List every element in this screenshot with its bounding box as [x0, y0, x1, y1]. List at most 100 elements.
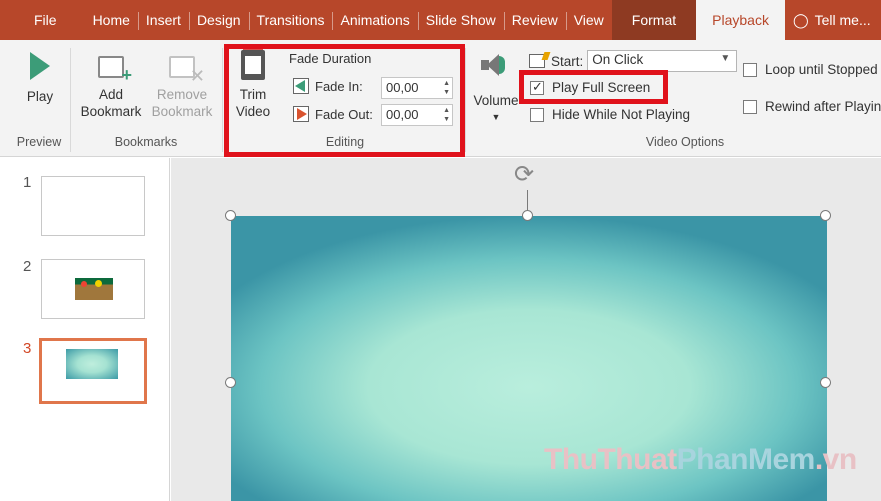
group-divider	[70, 48, 71, 152]
hide-while-not-playing-label: Hide While Not Playing	[552, 107, 691, 122]
spin-up-icon[interactable]: ▲	[443, 107, 450, 114]
add-bookmark-label-line2: Bookmark	[80, 104, 142, 119]
fade-in-label: Fade In:	[315, 78, 363, 94]
rewind-after-playing-option[interactable]: Rewind after Playing	[743, 99, 881, 114]
fade-out-input[interactable]: 00,00 ▲ ▼	[381, 104, 453, 126]
add-bookmark-icon: +	[98, 56, 132, 84]
tell-me-search[interactable]: ◯ Tell me...	[785, 0, 879, 40]
lightbulb-icon: ◯	[792, 11, 809, 28]
tab-design[interactable]: Design	[188, 0, 249, 40]
tab-view-label: View	[573, 12, 604, 28]
tab-animations[interactable]: Animations	[332, 0, 417, 40]
watermark-part2: PhanMem	[676, 443, 816, 476]
tab-transitions[interactable]: Transitions	[248, 0, 333, 40]
fade-in-value: 00,00	[386, 80, 419, 95]
tab-home[interactable]: Home	[81, 0, 138, 40]
start-dropdown[interactable]: On Click ▼	[587, 50, 738, 72]
start-icon	[529, 54, 545, 68]
spin-down-icon[interactable]: ▼	[443, 89, 450, 96]
chevron-down-icon: ▼	[720, 53, 731, 64]
tab-insert[interactable]: Insert	[137, 0, 189, 40]
watermark-part1: ThuThuat	[544, 443, 677, 476]
tab-view[interactable]: View	[565, 0, 612, 40]
resize-handle[interactable]	[820, 210, 831, 221]
tab-animations-label: Animations	[340, 12, 410, 28]
slide-thumbnail-3[interactable]	[39, 338, 147, 404]
trim-video-label-line1: Trim	[239, 87, 267, 102]
rewind-after-playing-checkbox[interactable]	[743, 99, 757, 114]
hide-while-not-playing-checkbox[interactable]	[530, 107, 544, 122]
watermark: ThuThuatPhanMem.vn	[544, 443, 857, 477]
play-full-screen-checkbox[interactable]	[530, 79, 544, 95]
group-divider	[465, 48, 466, 152]
start-dropdown-value: On Click	[592, 52, 644, 67]
tab-file-label: File	[34, 12, 57, 28]
rewind-after-playing-label: Rewind after Playing	[765, 99, 881, 114]
play-button-label: Play	[26, 89, 54, 104]
slide-thumbnail-pane: 1 2 3	[0, 158, 170, 501]
fade-in-row: Fade In:	[293, 78, 363, 94]
tab-playback[interactable]: Playback	[696, 0, 785, 40]
tab-file[interactable]: File	[0, 0, 81, 40]
volume-icon	[481, 54, 505, 76]
trim-video-label-line2: Video	[235, 104, 271, 119]
start-label: Start:	[551, 53, 584, 69]
tab-review[interactable]: Review	[503, 0, 566, 40]
tell-me-label: Tell me...	[814, 12, 871, 28]
tab-home-label: Home	[92, 12, 130, 28]
remove-bookmark-button[interactable]: ✕ Remove Bookmark	[147, 56, 217, 120]
play-full-screen-option[interactable]: Play Full Screen	[530, 79, 651, 95]
slide-image	[75, 278, 113, 300]
volume-label: Volume	[473, 93, 519, 108]
resize-handle[interactable]	[522, 210, 533, 221]
spin-down-icon[interactable]: ▼	[443, 116, 450, 123]
ribbon-tab-bar: File Home Insert Design Transitions Anim…	[0, 0, 881, 40]
watermark-part3: .vn	[814, 443, 857, 476]
fade-out-value: 00,00	[386, 107, 419, 122]
group-divider	[222, 48, 223, 152]
play-full-screen-label: Play Full Screen	[552, 80, 651, 95]
slide-number: 2	[23, 258, 32, 275]
remove-bookmark-icon: ✕	[169, 56, 205, 85]
tab-slide-show-label: Slide Show	[425, 12, 496, 28]
remove-bookmark-label-line1: Remove	[156, 87, 208, 102]
tab-slide-show[interactable]: Slide Show	[417, 0, 504, 40]
slide-thumbnail-2[interactable]	[41, 259, 145, 319]
resize-handle[interactable]	[225, 377, 236, 388]
play-icon	[30, 52, 50, 80]
trim-video-icon	[241, 44, 265, 80]
add-bookmark-label-line1: Add	[98, 87, 124, 102]
tab-playback-label: Playback	[712, 12, 769, 28]
fade-in-input[interactable]: 00,00 ▲ ▼	[381, 77, 453, 99]
add-bookmark-button[interactable]: + Add Bookmark	[76, 56, 146, 120]
loop-until-stopped-option[interactable]: Loop until Stopped	[743, 62, 878, 77]
tab-design-label: Design	[196, 12, 241, 28]
volume-button[interactable]: Volume ▼	[470, 92, 522, 126]
play-button[interactable]: Play	[18, 52, 62, 105]
video-thumbnail	[66, 349, 118, 379]
loop-until-stopped-checkbox[interactable]	[743, 62, 757, 77]
chevron-down-icon: ▼	[491, 112, 501, 122]
hide-while-not-playing-option[interactable]: Hide While Not Playing	[530, 107, 690, 122]
tab-review-label: Review	[511, 12, 558, 28]
fade-out-row: Fade Out:	[293, 106, 373, 122]
fade-duration-title: Fade Duration	[289, 51, 372, 66]
start-option: Start: On Click ▼	[529, 50, 738, 72]
fade-out-icon	[293, 106, 309, 122]
spin-up-icon[interactable]: ▲	[443, 80, 450, 87]
remove-bookmark-label-line2: Bookmark	[151, 104, 213, 119]
resize-handle[interactable]	[225, 210, 236, 221]
tab-format-label: Format	[631, 12, 677, 28]
tab-insert-label: Insert	[145, 12, 181, 28]
resize-handle[interactable]	[820, 377, 831, 388]
slide-number-active: 3	[23, 340, 32, 357]
fade-in-icon	[293, 78, 309, 94]
rotate-handle-icon[interactable]: ⟳	[514, 163, 534, 187]
fade-out-label: Fade Out:	[315, 106, 373, 122]
tab-format[interactable]: Format	[611, 0, 697, 40]
tab-transitions-label: Transitions	[256, 12, 325, 28]
playback-ribbon: Play Preview + Add Bookmark ✕ Remove Boo…	[0, 40, 881, 157]
slide-thumbnail-1[interactable]	[41, 176, 145, 236]
trim-video-button[interactable]: Trim Video	[230, 44, 276, 120]
group-label-preview: Preview	[16, 135, 62, 149]
